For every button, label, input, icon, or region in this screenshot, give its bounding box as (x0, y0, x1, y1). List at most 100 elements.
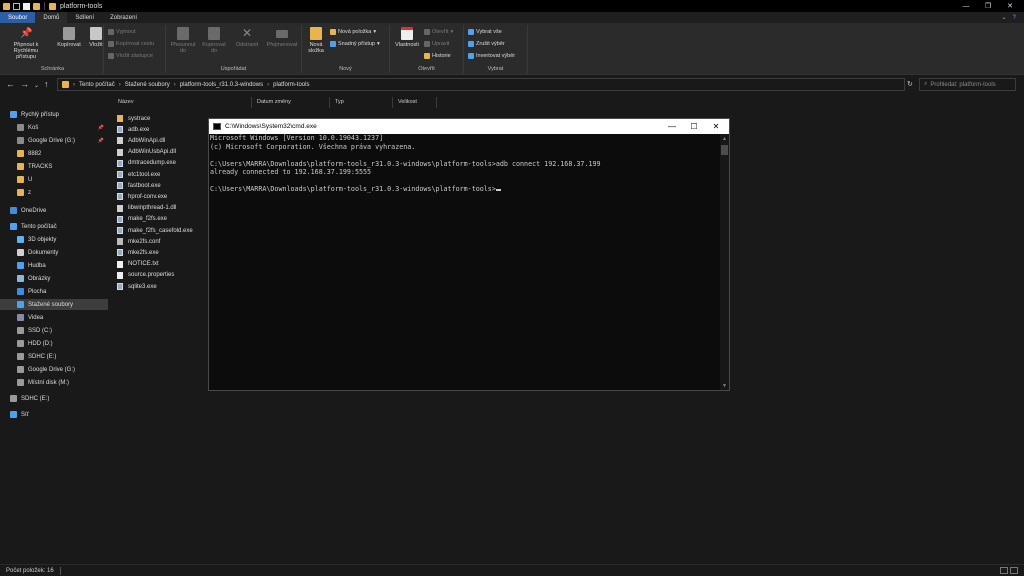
folder-quick-icon[interactable] (33, 2, 40, 10)
up-arrow-icon[interactable]: ↑ (44, 79, 49, 89)
column-header-size[interactable]: Velikost (398, 99, 417, 105)
paste-shortcut-button[interactable]: Vložit zástupce (108, 53, 153, 59)
nav-item[interactable]: Google Drive (G:) (0, 364, 108, 375)
cmd-title-bar[interactable]: C:\Windows\System32\cmd.exe — ☐ ✕ (209, 119, 729, 134)
recent-dropdown-icon[interactable]: ⌄ (34, 82, 39, 89)
breadcrumb-this-pc[interactable]: Tento počítač (79, 82, 115, 88)
chevron-right-icon[interactable]: › (174, 82, 176, 88)
column-header-type[interactable]: Typ (335, 99, 344, 105)
cmd-scrollbar[interactable]: ▲ ▼ (720, 134, 729, 390)
scroll-up-icon[interactable]: ▲ (722, 136, 727, 142)
easy-access-button[interactable]: Snadný přístup ▾ (330, 41, 380, 47)
nav-item[interactable]: Rychlý přístup (0, 109, 108, 120)
tab-file[interactable]: Soubor (0, 12, 36, 23)
paste-button[interactable]: Vložit (86, 27, 106, 48)
nav-item[interactable]: U (0, 174, 108, 185)
easy-access-label: Snadný přístup (338, 41, 375, 47)
nav-item-label: 3D objekty (28, 236, 57, 243)
pin-icon: 📌 (97, 124, 104, 131)
move-to-label: Přesunout do (170, 42, 196, 54)
cmd-maximize-button[interactable]: ☐ (683, 119, 705, 134)
nav-item[interactable]: Koš 📌 (0, 122, 108, 133)
back-arrow-icon[interactable]: ← (6, 79, 15, 89)
nav-item[interactable]: Videa (0, 312, 108, 323)
details-view-icon[interactable] (1000, 567, 1008, 574)
breadcrumb-downloads[interactable]: Stažené soubory (125, 82, 170, 88)
new-folder-quick-icon[interactable] (23, 2, 30, 10)
column-header-name[interactable]: Název (118, 99, 134, 105)
breadcrumb-platform-tools[interactable]: platform-tools (273, 82, 309, 88)
properties-quick-icon[interactable] (13, 2, 20, 10)
column-header-date[interactable]: Datum změny (257, 99, 291, 105)
select-none-button[interactable]: Zrušit výběr (468, 41, 505, 47)
tab-home[interactable]: Domů (35, 12, 68, 23)
nav-item[interactable]: Tento počítač (0, 221, 108, 232)
video-icon (17, 314, 24, 321)
cmd-close-button[interactable]: ✕ (705, 119, 727, 134)
tab-view[interactable]: Zobrazení (102, 12, 145, 23)
nav-item[interactable]: SSD (C:) (0, 325, 108, 336)
nav-item[interactable]: Plocha (0, 286, 108, 297)
nav-item[interactable]: OneDrive (0, 205, 108, 216)
rename-button[interactable]: Přejmenovat (264, 27, 300, 48)
nav-item[interactable]: Místní disk (M:) (0, 377, 108, 388)
copy-button[interactable]: Kopírovat (56, 27, 82, 48)
scissors-icon (108, 29, 114, 35)
forward-arrow-icon[interactable]: → (20, 79, 29, 89)
properties-button[interactable]: Vlastnosti (392, 27, 422, 48)
help-icon[interactable]: ? (1013, 15, 1016, 21)
nav-item[interactable]: Obrázky (0, 273, 108, 284)
scrollbar-thumb[interactable] (721, 145, 728, 155)
rename-icon (276, 30, 288, 38)
nav-item[interactable]: 8882 (0, 148, 108, 159)
new-group-label: Nový (339, 66, 352, 72)
nav-item[interactable]: SDHC (E:) (0, 393, 108, 404)
nav-item[interactable]: Google Drive (G:) 📌 (0, 135, 108, 146)
large-icons-view-icon[interactable] (1010, 567, 1018, 574)
breadcrumb-platform-tools-release[interactable]: platform-tools_r31.0.3-windows (180, 82, 263, 88)
nav-item-label: Koš (28, 124, 39, 131)
history-button[interactable]: Historie (424, 53, 451, 59)
nav-item[interactable]: Stažené soubory (0, 299, 108, 310)
scroll-down-icon[interactable]: ▼ (722, 383, 727, 389)
nav-item[interactable]: Hudba (0, 260, 108, 271)
cmd-minimize-button[interactable]: — (661, 119, 683, 134)
new-item-button[interactable]: Nová položka ▾ (330, 29, 376, 35)
copy-icon (63, 27, 75, 40)
desktop-icon (17, 288, 24, 295)
new-folder-button[interactable]: Nová složka (304, 27, 328, 54)
tab-share[interactable]: Sdílení (67, 12, 102, 23)
copy-path-button[interactable]: Kopírovat cestu (108, 41, 154, 47)
pin-quick-access-button[interactable]: 📌 Připnout k Rychlému přístupu (4, 27, 48, 60)
close-button[interactable]: ✕ (999, 0, 1021, 12)
pin-icon: 📌 (20, 28, 33, 39)
minimize-button[interactable]: — (955, 0, 977, 12)
cut-button[interactable]: Vyjmout (108, 29, 136, 35)
move-to-button[interactable]: Přesunout do (169, 27, 197, 54)
file-name: AdbWinApi.dll (128, 137, 166, 144)
invert-selection-button[interactable]: Invertovat výběr (468, 53, 515, 59)
collapse-ribbon-icon[interactable]: ⌄ (1002, 14, 1007, 21)
copy-to-button[interactable]: Kopírovat do (200, 27, 228, 54)
nav-item[interactable]: SDHC (E:) (0, 351, 108, 362)
nav-item[interactable]: z (0, 187, 108, 198)
delete-button[interactable]: ✕ Odstranit (232, 27, 262, 49)
nav-item[interactable]: TRACKS (0, 161, 108, 172)
edit-button[interactable]: Upravit (424, 41, 449, 47)
chevron-right-icon[interactable]: › (267, 82, 269, 88)
nav-item[interactable]: Síť (0, 409, 108, 420)
select-all-button[interactable]: Vybrat vše (468, 29, 502, 35)
maximize-button[interactable]: ❐ (977, 0, 999, 12)
nav-item[interactable]: Dokumenty (0, 247, 108, 258)
select-none-icon (468, 41, 474, 47)
nav-item[interactable]: 3D objekty (0, 234, 108, 245)
address-bar[interactable]: › Tento počítač › Stažené soubory › plat… (57, 78, 905, 91)
music-icon (17, 262, 24, 269)
search-placeholder: Prohledat: platform-tools (930, 81, 996, 88)
open-button[interactable]: Otevřít ▾ (424, 29, 453, 35)
console-output[interactable]: Microsoft Windows [Version 10.0.19043.12… (209, 134, 721, 390)
search-input[interactable]: ⌕ Prohledat: platform-tools (919, 78, 1016, 91)
refresh-icon[interactable]: ↻ (907, 80, 913, 88)
chevron-right-icon[interactable]: › (119, 82, 121, 88)
nav-item[interactable]: HDD (D:) (0, 338, 108, 349)
